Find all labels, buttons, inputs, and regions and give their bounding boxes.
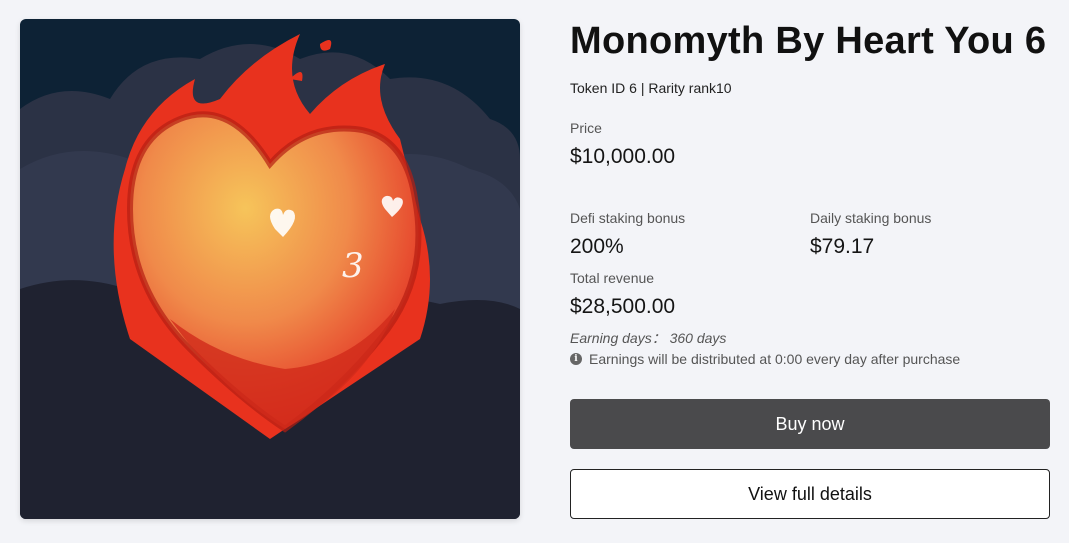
buy-now-button[interactable]: Buy now bbox=[570, 399, 1050, 449]
view-details-button[interactable]: View full details bbox=[570, 469, 1050, 519]
svg-text:3: 3 bbox=[342, 246, 364, 286]
earnings-notice-text: Earnings will be distributed at 0:00 eve… bbox=[589, 351, 961, 367]
price-block: Price $10,000.00 bbox=[570, 119, 675, 170]
defi-staking-label: Defi staking bonus bbox=[570, 210, 686, 226]
price-label: Price bbox=[570, 120, 602, 136]
info-icon: i bbox=[570, 353, 582, 365]
daily-staking-label: Daily staking bonus bbox=[810, 210, 932, 226]
defi-staking-value: 200% bbox=[570, 235, 624, 258]
product-title: Monomyth By Heart You 6 bbox=[570, 20, 1047, 62]
daily-staking-value: $79.17 bbox=[810, 235, 875, 258]
daily-staking-block: Daily staking bonus $79.17 bbox=[810, 209, 931, 260]
price-value: $10,000.00 bbox=[570, 145, 676, 168]
earnings-notice: i Earnings will be distributed at 0:00 e… bbox=[570, 350, 960, 368]
total-revenue-block: Total revenue $28,500.00 bbox=[570, 269, 675, 320]
defi-staking-block: Defi staking bonus 200% bbox=[570, 209, 685, 260]
token-meta: Token ID 6 | Rarity rank10 bbox=[570, 80, 732, 96]
total-revenue-value: $28,500.00 bbox=[570, 295, 676, 318]
product-panel: Monomyth By Heart You 6 Token ID 6 | Rar… bbox=[570, 20, 1050, 519]
total-revenue-label: Total revenue bbox=[570, 270, 655, 286]
earning-days: Earning days： 360 days bbox=[570, 330, 727, 346]
nft-image: 3 bbox=[20, 19, 520, 519]
